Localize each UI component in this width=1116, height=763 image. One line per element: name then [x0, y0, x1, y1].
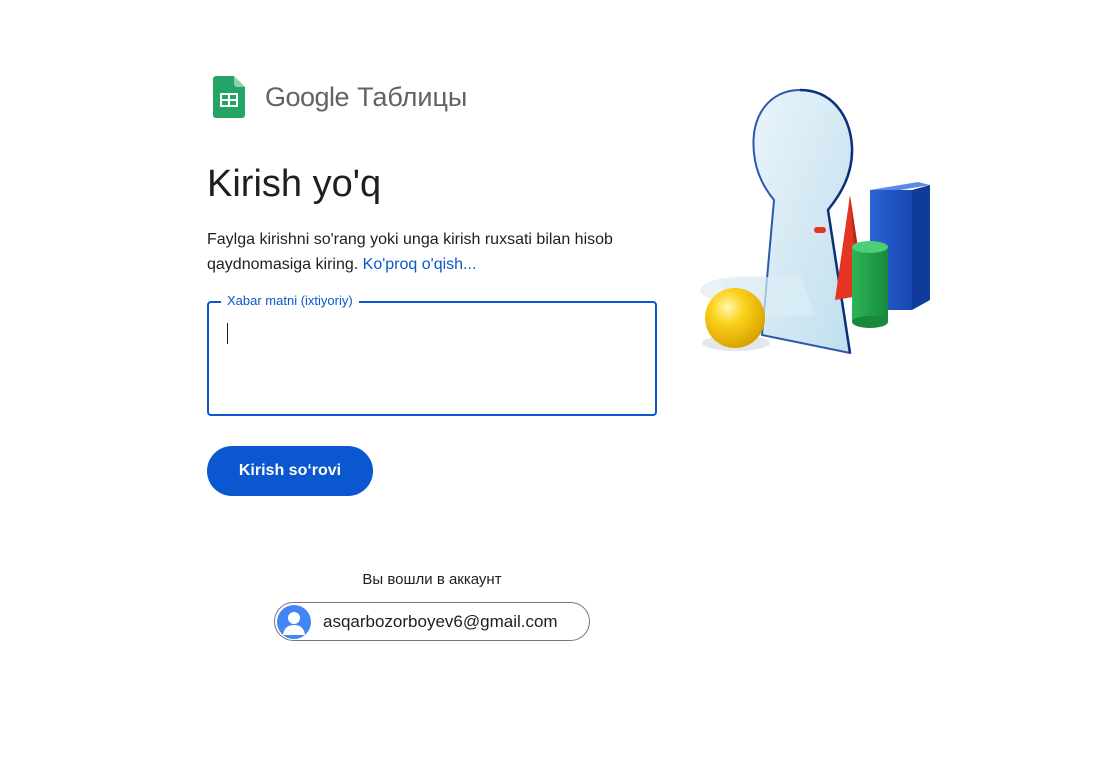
- keyhole-illustration: [700, 88, 930, 355]
- app-logo: Google Таблицы: [213, 75, 467, 119]
- account-email: asqarbozorboyev6@gmail.com: [323, 611, 558, 631]
- access-denied-page: Google Таблицы Kirish yo'q Faylga kirish…: [0, 0, 1116, 763]
- message-field: Xabar matni (ixtiyoriy): [207, 294, 657, 416]
- description: Faylga kirishni so'rang yoki unga kirish…: [207, 227, 647, 277]
- google-sheets-icon: [213, 76, 245, 118]
- message-field-label: Xabar matni (ixtiyoriy): [221, 294, 359, 308]
- product-name: Таблицы: [357, 81, 468, 112]
- page-title: Kirish yo'q: [207, 163, 382, 205]
- google-wordmark: Google: [265, 81, 350, 112]
- avatar: [277, 604, 311, 639]
- signed-in-label: Вы вошли в аккаунт: [362, 571, 502, 588]
- request-access-button[interactable]: Kirish so‘rovi: [207, 446, 373, 496]
- person-icon: [283, 611, 305, 635]
- account-chip[interactable]: asqarbozorboyev6@gmail.com: [274, 602, 590, 641]
- text-caret: [227, 323, 228, 344]
- brand-name: Google Таблицы: [265, 82, 467, 113]
- learn-more-link[interactable]: Ko'proq o'qish...: [363, 256, 477, 273]
- message-input[interactable]: [225, 321, 645, 406]
